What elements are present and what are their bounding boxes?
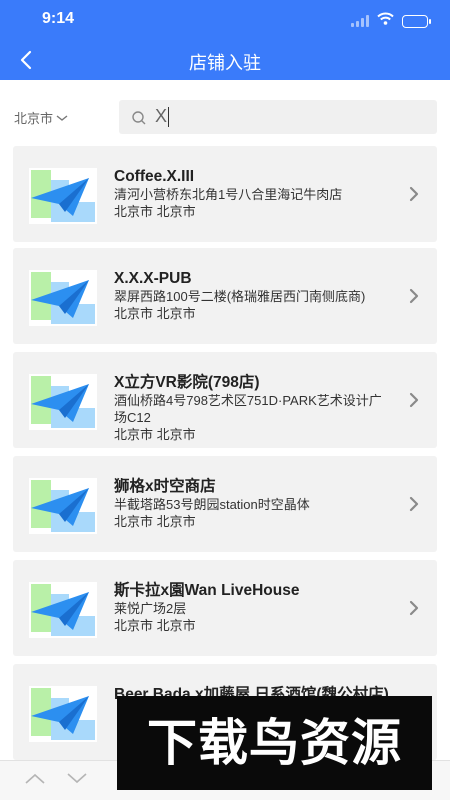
city-selector[interactable]: 北京市 <box>14 108 68 127</box>
store-address: 莱悦广场2层 <box>114 601 187 616</box>
chevron-down-icon <box>56 110 68 125</box>
search-input[interactable]: X <box>119 100 437 134</box>
search-icon <box>131 110 147 131</box>
city-label: 北京市 <box>14 111 54 126</box>
chevron-right-icon <box>409 496 419 517</box>
store-region: 北京市 北京市 <box>114 204 196 219</box>
store-card[interactable]: X.X.X-PUB 翠屏西路100号二楼(格瑞雅居西门南侧底商) 北京市 北京市 <box>13 248 437 344</box>
store-logo <box>29 270 97 326</box>
store-card[interactable]: 狮格x时空商店半截塔路53号朗园station时空晶体 北京市 北京市 <box>13 456 437 552</box>
store-info: 狮格x时空商店半截塔路53号朗园station时空晶体 北京市 北京市 <box>114 478 394 530</box>
store-logo <box>29 686 97 742</box>
status-time: 9:14 <box>42 10 75 27</box>
chevron-right-icon <box>409 288 419 309</box>
status-bar: 9:14 <box>0 0 450 40</box>
store-region: 北京市 北京市 <box>114 514 196 529</box>
chevron-down-icon[interactable] <box>66 771 88 790</box>
store-address: 酒仙桥路4号798艺术区751D·PARK艺术设计广场C12 <box>114 393 382 425</box>
page-title: 店铺入驻 <box>189 53 261 73</box>
store-address: 清河小营桥东北角1号八合里海记牛肉店 <box>114 187 343 202</box>
watermark: 下载鸟资源 <box>117 696 432 790</box>
store-address: 翠屏西路100号二楼(格瑞雅居西门南侧底商) <box>114 289 366 304</box>
store-region: 北京市 北京市 <box>114 427 196 442</box>
chevron-right-icon <box>409 600 419 621</box>
status-icons <box>351 12 431 30</box>
store-info: X.X.X-PUB 翠屏西路100号二楼(格瑞雅居西门南侧底商) 北京市 北京市 <box>114 270 394 322</box>
signal-icon <box>351 15 369 27</box>
store-list: Coffee.X.III 清河小营桥东北角1号八合里海记牛肉店 北京市 北京市 X.X… <box>0 140 450 760</box>
chevron-up-icon[interactable] <box>24 771 46 790</box>
store-card[interactable]: X立方VR影院(798店) 酒仙桥路4号798艺术区751D·PARK艺术设计广场… <box>13 352 437 448</box>
chevron-right-icon <box>409 392 419 413</box>
store-region: 北京市 北京市 <box>114 306 196 321</box>
search-row: 北京市 X <box>0 80 450 140</box>
store-logo <box>29 374 97 430</box>
store-name: 斯卡拉x園Wan LiveHouse <box>114 582 300 599</box>
store-card[interactable]: Coffee.X.III 清河小营桥东北角1号八合里海记牛肉店 北京市 北京市 <box>13 146 437 242</box>
store-card[interactable]: 斯卡拉x園Wan LiveHouse 莱悦广场2层 北京市 北京市 <box>13 560 437 656</box>
store-address: 半截塔路53号朗园station时空晶体 <box>114 497 310 512</box>
wifi-icon <box>377 12 394 30</box>
store-region: 北京市 北京市 <box>114 618 196 633</box>
store-info: X立方VR影院(798店) 酒仙桥路4号798艺术区751D·PARK艺术设计广场… <box>114 374 394 443</box>
store-name: X立方VR影院(798店) <box>114 374 260 391</box>
store-logo <box>29 582 97 638</box>
nav-bar: 店铺入驻 <box>0 40 450 80</box>
battery-icon <box>402 14 431 28</box>
store-info: 斯卡拉x園Wan LiveHouse 莱悦广场2层 北京市 北京市 <box>114 582 394 634</box>
store-name: Coffee.X.III <box>114 168 195 185</box>
search-value: X <box>155 106 170 128</box>
store-name: 狮格x时空商店 <box>114 478 216 495</box>
store-info: Coffee.X.III 清河小营桥东北角1号八合里海记牛肉店 北京市 北京市 <box>114 168 394 220</box>
chevron-right-icon <box>409 186 419 207</box>
store-logo <box>29 478 97 534</box>
store-logo <box>29 168 97 224</box>
store-name: X.X.X-PUB <box>114 270 192 287</box>
